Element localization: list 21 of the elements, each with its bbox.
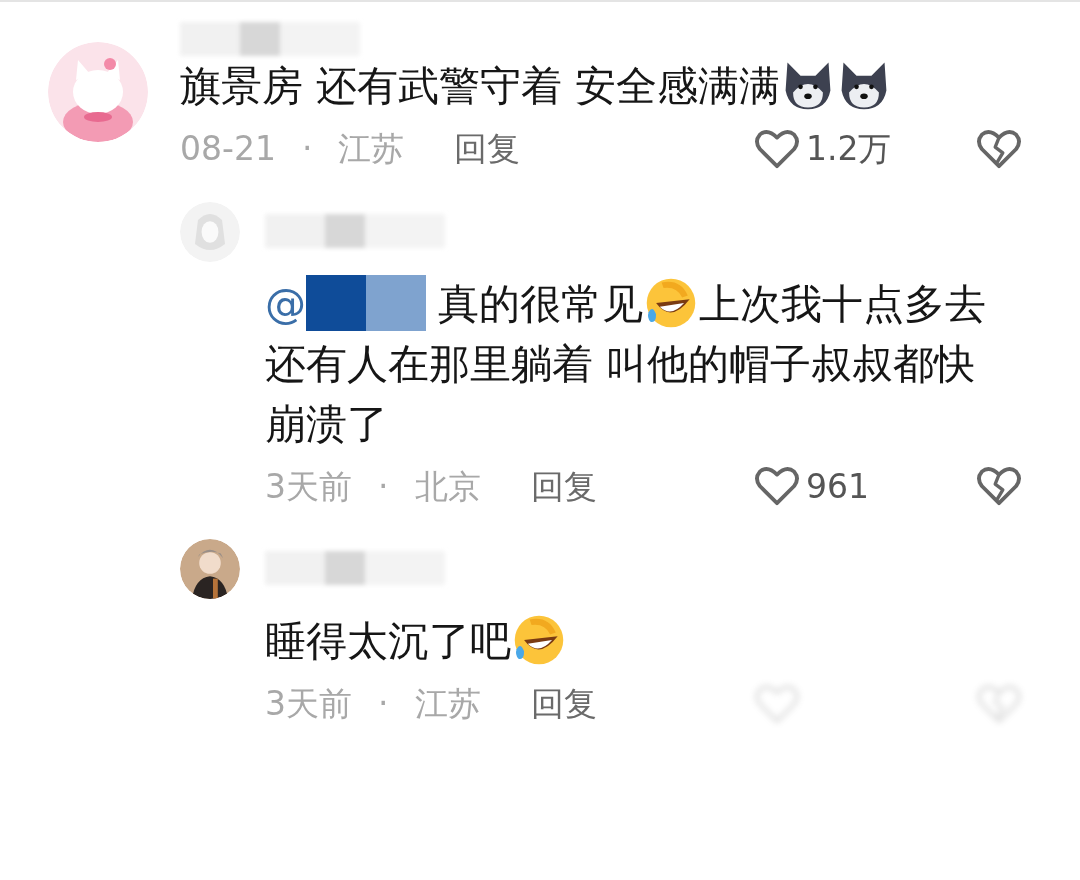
- separator-dot: ·: [378, 683, 389, 725]
- broken-heart-icon[interactable]: [976, 465, 1022, 508]
- comment-region: 江苏: [338, 128, 405, 170]
- comment-text: 睡得太沉了吧: [265, 611, 1015, 671]
- reply-button[interactable]: 回复: [530, 679, 597, 729]
- reply-button[interactable]: 回复: [454, 124, 521, 174]
- reply-button[interactable]: 回复: [530, 461, 597, 511]
- comment-date: 3天前: [265, 465, 352, 508]
- comment-region: 江苏: [414, 683, 481, 725]
- heart-icon[interactable]: [754, 127, 800, 170]
- separator-dot: ·: [378, 465, 389, 508]
- broken-heart-icon[interactable]: [976, 127, 1022, 170]
- like-count: 961: [806, 465, 870, 508]
- comment-text: 旗景房 还有武警守着 安全感满满: [180, 56, 1022, 116]
- heart-icon[interactable]: [754, 465, 800, 508]
- comment-date: 3天前: [265, 683, 352, 725]
- comment-region: 北京: [414, 465, 481, 508]
- comment-text: @ 真的很常见 上次我十点多去还有人在那里躺着 叫他的帽子叔叔都快崩溃了: [265, 273, 1015, 454]
- separator-dot: ·: [301, 128, 313, 170]
- comment-date: 08-21: [180, 128, 276, 170]
- like-count: 1.2万: [806, 128, 893, 170]
